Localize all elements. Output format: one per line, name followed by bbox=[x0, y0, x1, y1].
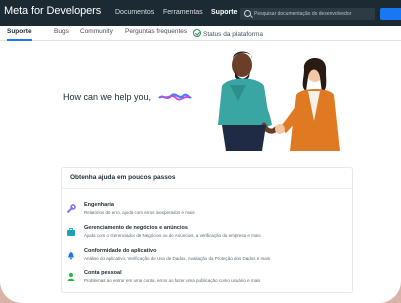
wrench-icon bbox=[67, 204, 76, 213]
page-frame: Meta for Developers Documentos Ferrament… bbox=[0, 0, 401, 303]
login-button[interactable] bbox=[380, 8, 401, 20]
meta-for-developers-logo[interactable]: Meta for Developers bbox=[4, 5, 101, 17]
tab-status-label: Status da plataforma bbox=[203, 31, 263, 38]
card-title: Obtenha ajuda em poucos passos bbox=[70, 174, 176, 181]
top-navigation-bar: Meta for Developers Documentos Ferrament… bbox=[0, 0, 401, 26]
tab-status-da-plataforma[interactable]: Status da plataforma bbox=[193, 28, 263, 38]
nav-ferramentas[interactable]: Ferramentas bbox=[163, 9, 203, 16]
hero-banner: How can we help you, bbox=[0, 41, 401, 151]
person-icon bbox=[67, 273, 75, 281]
bell-icon bbox=[68, 252, 74, 260]
check-circle-icon bbox=[193, 29, 201, 37]
handshake-illustration bbox=[218, 51, 340, 151]
help-item-title: Conta pessoal bbox=[84, 270, 122, 276]
search-icon bbox=[244, 10, 251, 17]
help-item-title: Conformidade do aplicativo bbox=[84, 248, 157, 254]
help-item-conformidade[interactable]: Conformidade do aplicativo Análise do ap… bbox=[66, 248, 348, 270]
help-item-desc: Ajuda com o Gerenciador de Negócios ou d… bbox=[84, 233, 261, 238]
help-card: Obtenha ajuda em poucos passos Engenhari… bbox=[61, 167, 353, 293]
tab-community[interactable]: Community bbox=[80, 28, 113, 35]
briefcase-icon bbox=[67, 228, 75, 236]
redacted-name-scribble bbox=[158, 93, 192, 101]
tab-perguntas-frequentes[interactable]: Perguntas frequentes bbox=[125, 28, 187, 35]
help-item-engenharia[interactable]: Engenharia Relatórios de erro, ajuda com… bbox=[66, 202, 348, 224]
support-tabs: Suporte Bugs Community Perguntas frequen… bbox=[0, 26, 401, 41]
card-divider bbox=[62, 188, 352, 189]
help-item-gerenciamento[interactable]: Gerenciamento de negócios e anúncios Aju… bbox=[66, 225, 348, 247]
search-input[interactable] bbox=[254, 9, 372, 19]
help-item-desc: Relatórios de erro, ajuda com erros ines… bbox=[84, 210, 195, 215]
hero-title: How can we help you, bbox=[63, 92, 152, 102]
tab-bugs[interactable]: Bugs bbox=[54, 28, 69, 35]
search-box[interactable] bbox=[240, 8, 375, 20]
nav-documentos[interactable]: Documentos bbox=[115, 9, 154, 16]
help-item-desc: Problemas ao entrar em uma conta, erros … bbox=[84, 278, 261, 283]
help-item-desc: Análise do aplicativo, Verificação de Us… bbox=[84, 256, 271, 261]
help-item-conta-pessoal[interactable]: Conta pessoal Problemas ao entrar em uma… bbox=[66, 270, 348, 292]
help-item-title: Gerenciamento de negócios e anúncios bbox=[84, 225, 188, 231]
help-item-title: Engenharia bbox=[84, 202, 114, 208]
nav-suporte[interactable]: Suporte bbox=[211, 9, 237, 16]
tab-suporte[interactable]: Suporte bbox=[7, 28, 32, 41]
